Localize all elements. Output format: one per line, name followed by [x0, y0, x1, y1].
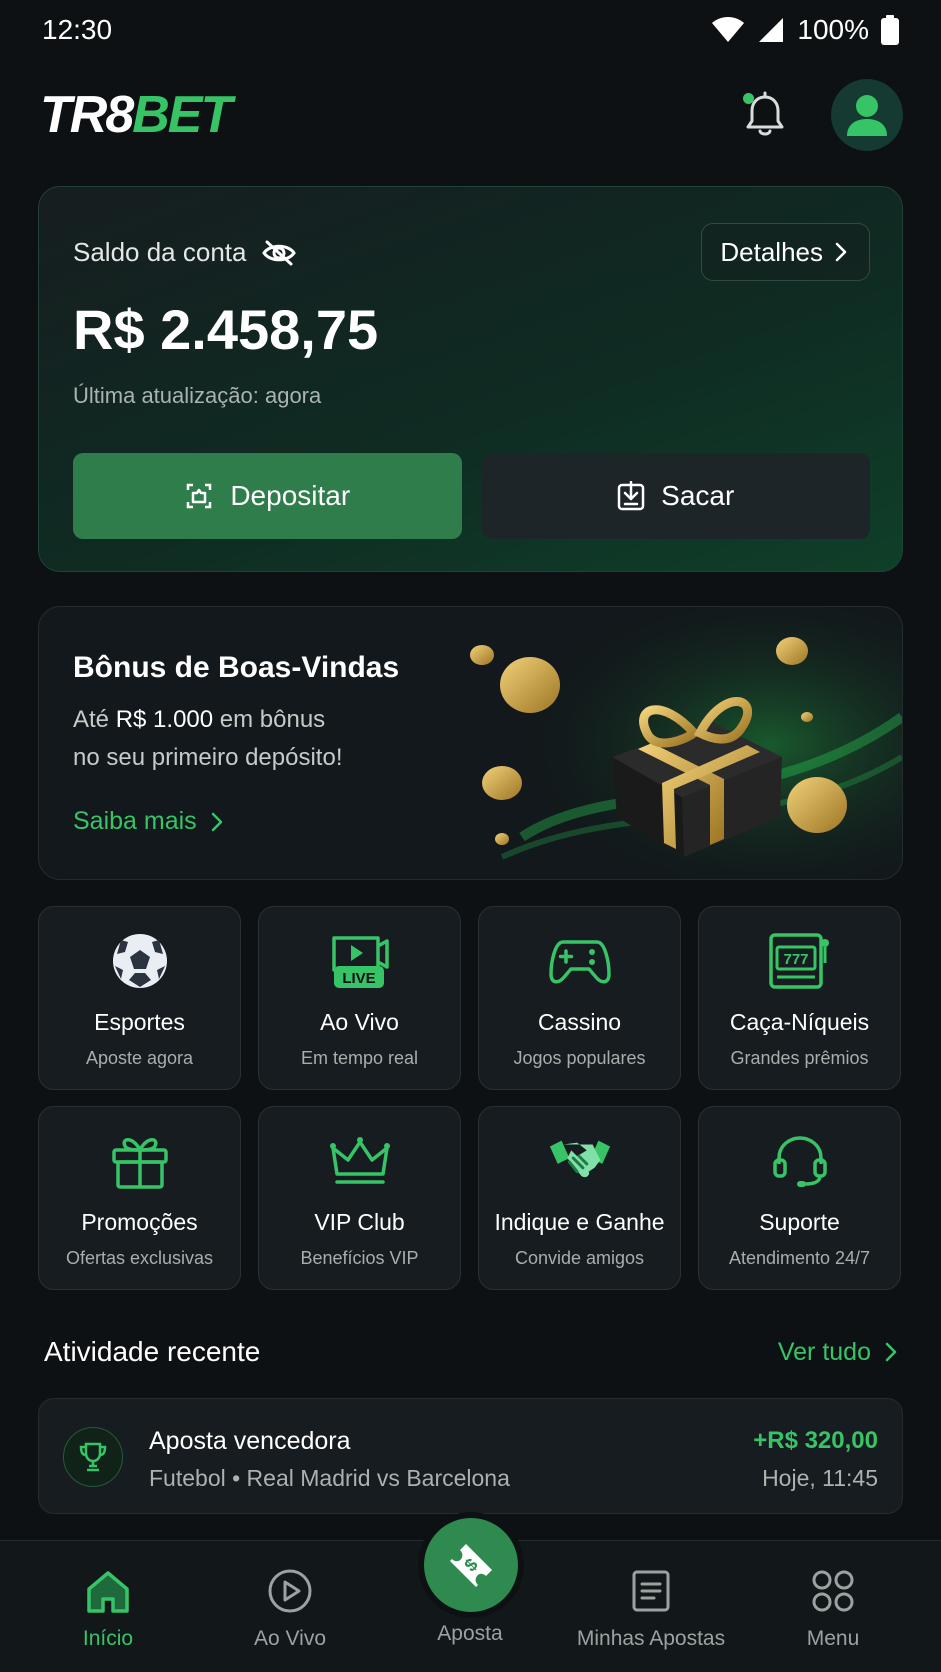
bonus-description: Até R$ 1.000 em bônus no seu primeiro de… [73, 706, 343, 771]
bet-button-label: Aposta [437, 1622, 503, 1645]
bonus-value: R$ 1.000 [115, 706, 214, 733]
tile-vip-club[interactable]: VIP Club Benefícios VIP [258, 1106, 461, 1290]
tile-title: Esportes [94, 1009, 185, 1035]
crown-icon [328, 1129, 392, 1193]
tile-subtitle: Grandes prêmios [730, 1048, 869, 1068]
nav-item-live[interactable]: Ao Vivo [200, 1567, 380, 1651]
battery-percent: 100% [797, 14, 869, 45]
logo[interactable]: TR8BET [40, 85, 232, 145]
nav-item-my-bets[interactable]: Minhas Apostas [561, 1567, 741, 1651]
balance-label: Saldo da conta [73, 237, 247, 267]
balance-card: Saldo da conta Detalhes R$ 2.458,75 Últi… [38, 186, 903, 572]
details-button-label: Detalhes [720, 236, 823, 267]
eye-off-icon[interactable] [262, 239, 297, 267]
battery-icon [881, 15, 899, 45]
tile-indique-e-ganhe[interactable]: Indique e Ganhe Convide amigos [478, 1106, 681, 1290]
nav-label: Ao Vivo [254, 1627, 326, 1650]
tile-suporte[interactable]: Suporte Atendimento 24/7 [698, 1106, 901, 1290]
header-actions [743, 79, 903, 151]
withdraw-button[interactable]: Sacar [481, 453, 870, 539]
svg-text:LIVE: LIVE [342, 970, 375, 987]
gift-icon [108, 1129, 172, 1193]
handshake-icon [548, 1129, 612, 1193]
tile-title: Promoções [81, 1209, 198, 1235]
see-all-link[interactable]: Ver tudo [778, 1338, 897, 1367]
details-button[interactable]: Detalhes [701, 223, 870, 281]
bonus-title: Bônus de Boas-Vindas [73, 651, 400, 684]
svg-text:777: 777 [783, 951, 808, 968]
status-icons: 100% [711, 14, 899, 46]
balance-label-row: Saldo da conta [73, 237, 297, 268]
wifi-icon [712, 17, 745, 42]
chevron-right-icon [835, 242, 847, 262]
deposit-label: Depositar [230, 480, 351, 511]
soccer-ball-icon [108, 929, 172, 993]
tile-promocoes[interactable]: Promoções Ofertas exclusivas [38, 1106, 241, 1290]
tile-title: Caça-Níqueis [729, 1009, 870, 1035]
balance-updated: Última atualização: agora [73, 383, 322, 408]
activity-time: Hoje, 11:45 [762, 1465, 878, 1491]
nav-label: Minhas Apostas [576, 1627, 726, 1650]
chevron-right-icon [211, 812, 222, 831]
status-time: 12:30 [42, 14, 113, 45]
activity-subtitle: Futebol • Real Madrid vs Barcelona [149, 1465, 510, 1491]
tile-subtitle: Em tempo real [300, 1048, 419, 1068]
tile-subtitle: Convide amigos [514, 1248, 645, 1268]
balance-amount: R$ 2.458,75 [73, 298, 379, 361]
section-title: Atividade recente [44, 1336, 261, 1367]
tile-title: Suporte [759, 1209, 840, 1235]
avatar[interactable] [831, 79, 903, 151]
app-header: TR8BET [0, 74, 941, 156]
status-bar: 12:30 100% [0, 0, 941, 60]
chevron-right-icon [885, 1342, 897, 1362]
notifications-button[interactable] [743, 91, 787, 139]
notification-dot [743, 93, 754, 104]
play-circle-icon [266, 1567, 314, 1615]
tile-subtitle: Benefícios VIP [300, 1248, 419, 1268]
headset-icon [768, 1129, 832, 1193]
recent-activity-header: Atividade recente Ver tudo [44, 1336, 897, 1368]
avatar-icon [847, 95, 887, 136]
learn-more-link[interactable]: Saiba mais [73, 807, 223, 836]
grid-icon [809, 1567, 857, 1615]
list-icon [627, 1567, 675, 1615]
tile-subtitle: Jogos populares [513, 1048, 646, 1068]
tile-cassino[interactable]: Cassino Jogos populares [478, 906, 681, 1090]
tile-ao-vivo[interactable]: LIVE Ao Vivo Em tempo real [258, 906, 461, 1090]
tile-title: Cassino [537, 1009, 622, 1035]
gift-coins-illustration [462, 607, 902, 879]
tile-subtitle: Aposte agora [85, 1048, 194, 1068]
activity-amount: +R$ 320,00 [753, 1427, 878, 1454]
slot-machine-icon: 777 [768, 929, 832, 993]
tile-esportes[interactable]: Esportes Aposte agora [38, 906, 241, 1090]
signal-icon [759, 18, 784, 42]
activity-item[interactable]: Aposta vencedora Futebol • Real Madrid v… [38, 1398, 903, 1514]
withdraw-icon [617, 481, 645, 511]
tile-title: Indique e Ganhe [494, 1209, 665, 1235]
live-video-icon: LIVE [328, 929, 392, 993]
nav-label: Início [82, 1627, 134, 1650]
nav-item-menu[interactable]: Menu [743, 1567, 923, 1651]
ticket-icon: $ [450, 1544, 492, 1587]
nav-item-home[interactable]: Início [18, 1567, 198, 1651]
deposit-icon [187, 483, 212, 509]
home-icon [84, 1567, 132, 1615]
deposit-button[interactable]: Depositar [73, 453, 462, 539]
tile-subtitle: Ofertas exclusivas [65, 1248, 214, 1268]
welcome-bonus-card[interactable]: Bônus de Boas-Vindas Até R$ 1.000 em bôn… [38, 606, 903, 880]
tile-caca-niqueis[interactable]: 777 Caça-Níqueis Grandes prêmios [698, 906, 901, 1090]
nav-label: Menu [806, 1627, 860, 1650]
balance-actions: Depositar Sacar [73, 453, 870, 539]
gamepad-icon [548, 929, 612, 993]
trophy-icon [63, 1427, 123, 1487]
bet-button[interactable]: $ [424, 1518, 518, 1612]
tile-title: Ao Vivo [320, 1009, 399, 1035]
tile-subtitle: Atendimento 24/7 [728, 1248, 871, 1268]
activity-title: Aposta vencedora [149, 1427, 351, 1455]
category-grid: Esportes Aposte agora LIVE Ao Vivo Em te… [38, 906, 903, 1290]
tile-title: VIP Club [314, 1209, 405, 1235]
withdraw-label: Sacar [661, 480, 735, 511]
